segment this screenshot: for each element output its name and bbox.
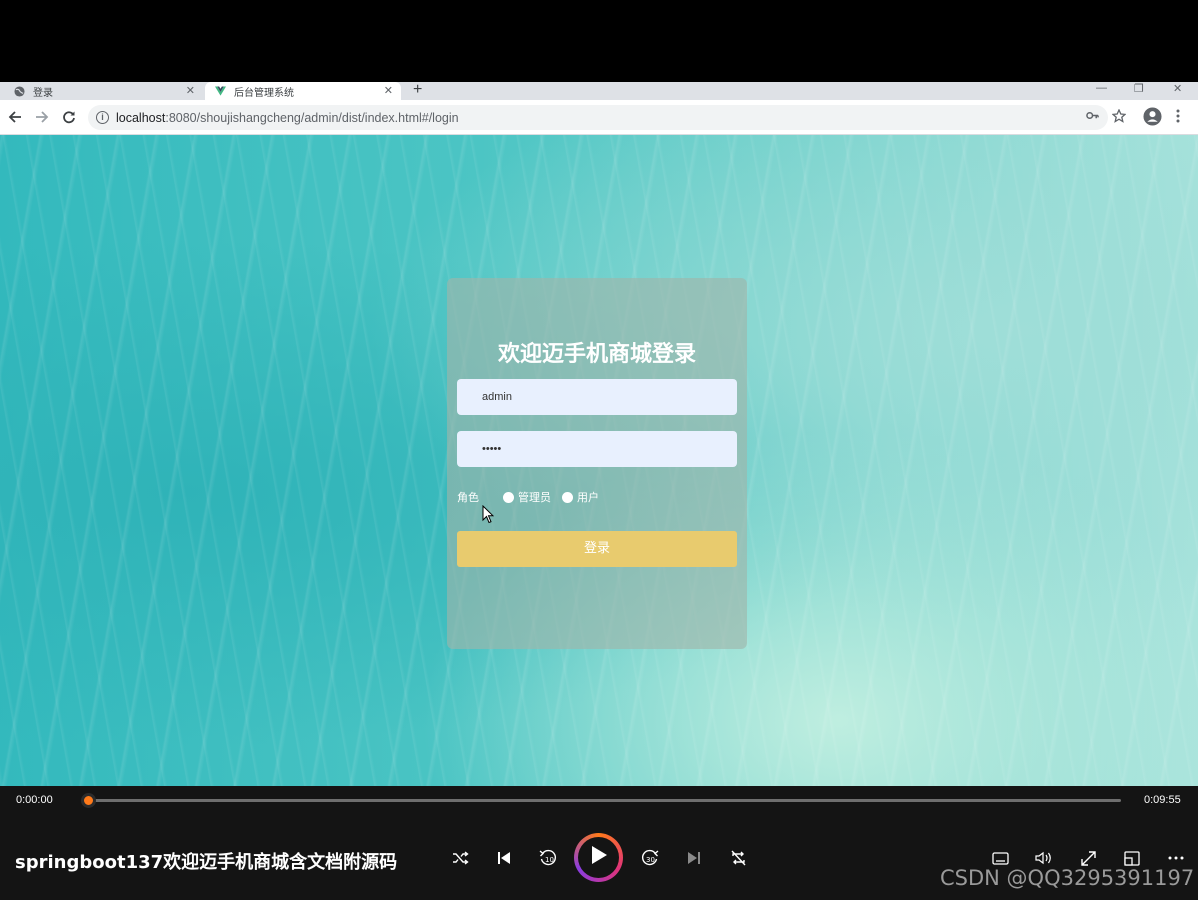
info-icon[interactable]: i — [96, 111, 109, 124]
watermark: CSDN @QQ3295391197 — [940, 866, 1195, 890]
tab-label: 后台管理系统 — [234, 87, 294, 99]
tab-login[interactable]: 登录 ✕ — [0, 82, 203, 100]
previous-icon[interactable] — [494, 848, 514, 868]
profile-icon[interactable] — [1143, 107, 1162, 131]
browser-window: 登录 ✕ 后台管理系统 ✕ + — ❐ ✕ i localhost:8080/s… — [0, 81, 1198, 786]
close-tab-icon[interactable]: ✕ — [384, 84, 393, 97]
radio-user[interactable] — [562, 491, 573, 503]
subtitles-icon[interactable] — [990, 848, 1010, 868]
more-icon[interactable] — [1166, 848, 1186, 868]
menu-icon[interactable] — [1176, 109, 1180, 128]
forward-icon[interactable] — [33, 108, 51, 126]
forward-30-icon[interactable]: 30 — [640, 848, 660, 868]
login-title: 欢迎迈手机商城登录 — [497, 342, 696, 367]
svg-text:10: 10 — [545, 856, 554, 864]
tab-strip: 登录 ✕ 后台管理系统 ✕ + — ❐ ✕ — [0, 81, 1198, 100]
play-icon — [590, 845, 608, 870]
role-option-user[interactable]: 用户 — [577, 489, 599, 505]
address-bar[interactable]: i localhost:8080/shoujishangcheng/admin/… — [88, 105, 1108, 130]
browser-toolbar: i localhost:8080/shoujishangcheng/admin/… — [0, 100, 1198, 135]
globe-icon — [14, 85, 25, 97]
url-path: :8080/shoujishangcheng/admin/dist/index.… — [165, 110, 459, 125]
close-tab-icon[interactable]: ✕ — [186, 84, 195, 97]
repeat-icon[interactable] — [728, 848, 748, 868]
new-tab-icon[interactable]: + — [413, 81, 422, 99]
role-selector: 角色 管理员 用户 — [457, 490, 599, 504]
shuffle-icon[interactable] — [450, 848, 470, 868]
radio-admin[interactable] — [503, 491, 514, 503]
role-label: 角色 — [457, 491, 479, 504]
top-letterbox — [0, 0, 1198, 82]
fullscreen-icon[interactable] — [1078, 848, 1098, 868]
mouse-cursor-icon — [482, 504, 495, 529]
url-host: localhost — [116, 110, 166, 125]
back-icon[interactable] — [6, 108, 24, 126]
miniplayer-icon[interactable] — [1122, 848, 1142, 868]
rewind-10-icon[interactable]: 10 — [538, 848, 558, 868]
restore-icon[interactable]: ❐ — [1134, 82, 1144, 95]
next-icon[interactable] — [684, 848, 704, 868]
play-button[interactable] — [574, 833, 623, 882]
video-title: springboot137欢迎迈手机商城含文档附源码 — [15, 852, 398, 873]
reload-icon[interactable] — [60, 108, 78, 126]
minimize-icon[interactable]: — — [1096, 82, 1107, 94]
vue-logo-icon — [215, 85, 226, 97]
password-field[interactable] — [457, 431, 737, 467]
current-time: 0:00:00 — [16, 794, 53, 806]
login-card: 欢迎迈手机商城登录 角色 管理员 用户 登录 — [447, 278, 747, 649]
close-window-icon[interactable]: ✕ — [1173, 82, 1182, 95]
seek-bar[interactable] — [88, 799, 1121, 802]
key-icon[interactable] — [1086, 109, 1099, 127]
page-viewport: 欢迎迈手机商城登录 角色 管理员 用户 登录 — [0, 135, 1198, 786]
total-time: 0:09:55 — [1144, 794, 1181, 806]
seek-knob[interactable] — [81, 793, 96, 808]
svg-text:30: 30 — [646, 856, 655, 864]
tab-label: 登录 — [33, 87, 53, 99]
video-player-bar: 0:00:00 0:09:55 springboot137欢迎迈手机商城含文档附… — [0, 786, 1198, 900]
star-icon[interactable] — [1111, 108, 1127, 128]
role-option-admin[interactable]: 管理员 — [518, 489, 551, 505]
tab-admin[interactable]: 后台管理系统 ✕ — [205, 82, 401, 100]
volume-icon[interactable] — [1034, 848, 1054, 868]
login-button[interactable]: 登录 — [457, 531, 737, 567]
username-field[interactable] — [457, 379, 737, 415]
